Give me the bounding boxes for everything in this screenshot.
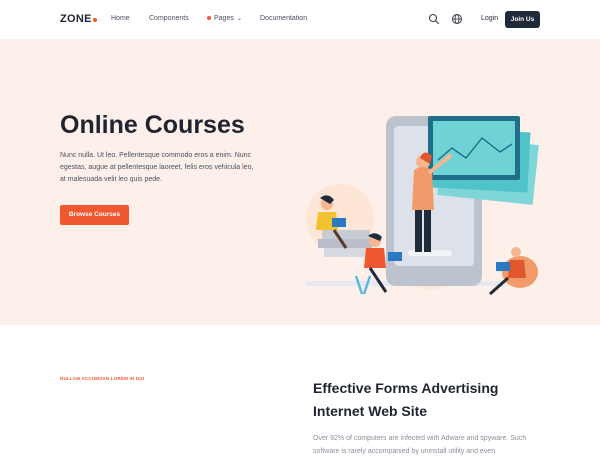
search-icon[interactable] (428, 13, 440, 25)
chevron-down-icon: ⌄ (236, 16, 242, 22)
nav-item-home[interactable]: Home (111, 15, 130, 22)
section-title: Effective Forms Advertising Internet Web… (313, 380, 499, 419)
hero-title: Online Courses (60, 111, 245, 139)
online-courses-illustration (306, 116, 539, 296)
logo[interactable]: ZONE (60, 13, 97, 25)
active-dot (207, 16, 211, 21)
hero-description: Nunc nulla. Ut leo. Pellentesque commodo… (60, 152, 254, 183)
login-link[interactable]: Login (481, 15, 498, 22)
logo-dot (92, 18, 97, 22)
nav-item-documentation[interactable]: Documentation (260, 15, 307, 22)
hero-section: Online Courses Nunc nulla. Ut leo. Pelle… (0, 40, 600, 325)
section-body: Over 92% of computers are infected with … (313, 435, 527, 455)
join-us-button[interactable]: Join Us (505, 11, 540, 28)
nav-item-pages[interactable]: Pages ⌄ (207, 15, 242, 22)
globe-icon[interactable] (451, 13, 463, 25)
section-eyebrow: NULLAM ACCUMSAN LOREM IN DUI (60, 376, 145, 381)
navbar: ZONE Home Components Pages ⌄ Documentatio… (0, 0, 600, 40)
nav-item-components[interactable]: Components (149, 15, 189, 22)
nav-item-pages-label: Pages (214, 15, 234, 22)
browse-courses-button[interactable]: Browse Courses (60, 205, 129, 225)
